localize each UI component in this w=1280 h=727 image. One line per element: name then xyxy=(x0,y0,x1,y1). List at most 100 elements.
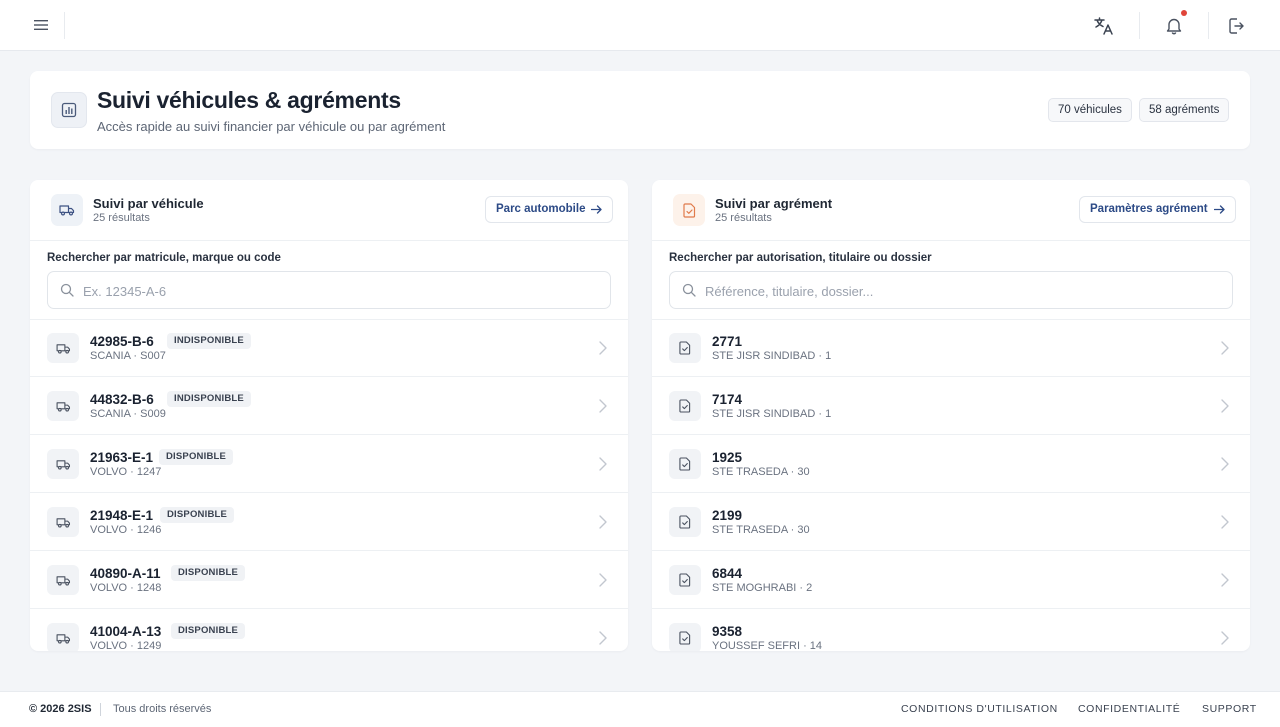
truck-icon xyxy=(56,343,70,354)
vehicle-list: 42985-B-6 INDISPONIBLE SCANIA · S007 448… xyxy=(30,319,628,651)
agreement-reference: 2199 xyxy=(712,508,743,523)
vehicle-row[interactable]: 41004-A-13 DISPONIBLE VOLVO · 1249 xyxy=(30,609,628,651)
vehicle-row-icon-box xyxy=(47,391,79,421)
agreement-row[interactable]: 7174 STE JISR SINDIBAD · 1 xyxy=(652,377,1250,435)
agreement-holder: STE MOGHRABI · 2 xyxy=(712,582,813,594)
fleet-link-label: Parc automobile xyxy=(496,203,586,215)
vehicle-row[interactable]: 42985-B-6 INDISPONIBLE SCANIA · S007 xyxy=(30,319,628,377)
chevron-right-icon xyxy=(1221,631,1229,645)
top-bar xyxy=(0,0,1280,51)
vehicle-row-icon-box xyxy=(47,623,79,651)
agreement-holder: YOUSSEF SEFRI · 14 xyxy=(712,640,823,651)
agreement-holder: STE TRASEDA · 30 xyxy=(712,466,810,478)
agreement-search-box[interactable] xyxy=(669,271,1233,309)
vehicle-row[interactable]: 40890-A-11 DISPONIBLE VOLVO · 1248 xyxy=(30,551,628,609)
chevron-right-icon xyxy=(1221,573,1229,587)
logout-icon xyxy=(1229,18,1244,34)
agreement-reference: 9358 xyxy=(712,624,743,639)
agreement-row-icon-box xyxy=(669,391,701,421)
fleet-link-button[interactable]: Parc automobile xyxy=(485,196,614,223)
panel-divider xyxy=(30,240,628,241)
truck-icon xyxy=(56,401,70,412)
agreement-holder: STE JISR SINDIBAD · 1 xyxy=(712,350,832,362)
support-link[interactable]: SUPPORT xyxy=(1202,703,1257,715)
vehicle-detail: VOLVO · 1246 xyxy=(90,524,162,536)
vehicle-detail: VOLVO · 1249 xyxy=(90,640,162,651)
agreement-row-icon-box xyxy=(669,565,701,595)
agreement-settings-link-button[interactable]: Paramètres agrément xyxy=(1079,196,1236,223)
vehicle-search-box[interactable] xyxy=(47,271,611,309)
document-check-icon xyxy=(679,631,691,645)
vehicles-count-pill: 70 véhicules xyxy=(1048,98,1132,122)
vehicle-plate: 40890-A-11 xyxy=(90,566,161,581)
vehicles-panel: Suivi par véhicule 25 résultats Parc aut… xyxy=(30,180,628,651)
agreements-panel-title: Suivi par agrément xyxy=(715,196,833,211)
arrow-right-icon xyxy=(1213,205,1225,214)
topbar-divider xyxy=(64,12,65,39)
chevron-right-icon xyxy=(1221,341,1229,355)
logout-button[interactable] xyxy=(1222,12,1250,40)
language-button[interactable] xyxy=(1090,12,1118,40)
vehicle-row[interactable]: 21963-E-1 DISPONIBLE VOLVO · 1247 xyxy=(30,435,628,493)
agreement-row-icon-box xyxy=(669,449,701,479)
vehicle-detail: VOLVO · 1248 xyxy=(90,582,162,594)
vehicle-plate: 44832-B-6 xyxy=(90,392,154,407)
agreement-row-icon-box xyxy=(669,623,701,651)
vehicle-row-icon-box xyxy=(47,333,79,363)
vehicle-plate: 21948-E-1 xyxy=(90,508,154,523)
chart-icon xyxy=(61,102,77,118)
agreement-search-label: Rechercher par autorisation, titulaire o… xyxy=(669,252,932,264)
agreements-panel-icon-box xyxy=(673,194,705,226)
chevron-right-icon xyxy=(599,631,607,645)
page-header: Suivi véhicules & agréments Accès rapide… xyxy=(30,71,1250,149)
chevron-right-icon xyxy=(599,573,607,587)
vehicle-row[interactable]: 21948-E-1 DISPONIBLE VOLVO · 1246 xyxy=(30,493,628,551)
truck-icon xyxy=(59,205,75,216)
terms-link[interactable]: CONDITIONS D'UTILISATION xyxy=(901,703,1058,715)
document-check-icon xyxy=(679,341,691,355)
vehicle-plate: 41004-A-13 xyxy=(90,624,162,639)
agreement-row-icon-box xyxy=(669,333,701,363)
privacy-link[interactable]: CONFIDENTIALITÉ xyxy=(1078,703,1180,715)
agreement-row[interactable]: 9358 YOUSSEF SEFRI · 14 xyxy=(652,609,1250,651)
vehicles-panel-icon-box xyxy=(51,194,83,226)
chevron-right-icon xyxy=(599,515,607,529)
vehicle-row[interactable]: 44832-B-6 INDISPONIBLE SCANIA · S009 xyxy=(30,377,628,435)
agreement-row[interactable]: 6844 STE MOGHRABI · 2 xyxy=(652,551,1250,609)
notifications-button[interactable] xyxy=(1160,10,1188,40)
vehicle-detail: SCANIA · S009 xyxy=(90,408,166,420)
agreement-reference: 6844 xyxy=(712,566,743,581)
document-check-icon xyxy=(679,399,691,413)
agreement-row-icon-box xyxy=(669,507,701,537)
bell-icon xyxy=(1166,18,1182,35)
agreement-reference: 1925 xyxy=(712,450,743,465)
vehicle-row-icon-box xyxy=(47,507,79,537)
copyright: © 2026 2SIS xyxy=(29,703,92,715)
menu-button[interactable] xyxy=(24,14,58,36)
agreement-row[interactable]: 2199 STE TRASEDA · 30 xyxy=(652,493,1250,551)
agreement-row[interactable]: 1925 STE TRASEDA · 30 xyxy=(652,435,1250,493)
agreement-holder: STE JISR SINDIBAD · 1 xyxy=(712,408,832,420)
vehicle-row-icon-box xyxy=(47,565,79,595)
agreement-holder: STE TRASEDA · 30 xyxy=(712,524,810,536)
status-badge: DISPONIBLE xyxy=(171,565,246,581)
vehicle-detail: SCANIA · S007 xyxy=(90,350,166,362)
agreement-settings-link-label: Paramètres agrément xyxy=(1090,203,1208,215)
search-icon xyxy=(682,283,696,297)
agreement-search-input[interactable] xyxy=(705,280,1215,302)
search-icon xyxy=(60,283,74,297)
truck-icon xyxy=(56,633,70,644)
page-subtitle: Accès rapide au suivi financier par véhi… xyxy=(97,119,446,134)
agreement-row[interactable]: 2771 STE JISR SINDIBAD · 1 xyxy=(652,319,1250,377)
vehicle-search-input[interactable] xyxy=(83,280,593,302)
page-title: Suivi véhicules & agréments xyxy=(97,87,401,113)
vehicle-search-label: Rechercher par matricule, marque ou code xyxy=(47,252,281,264)
vehicle-detail: VOLVO · 1247 xyxy=(90,466,162,478)
arrow-right-icon xyxy=(591,205,603,214)
chevron-right-icon xyxy=(599,457,607,471)
status-badge: DISPONIBLE xyxy=(160,507,235,523)
chevron-right-icon xyxy=(599,399,607,413)
agreement-list: 2771 STE JISR SINDIBAD · 1 7174 STE JISR… xyxy=(652,319,1250,651)
chevron-right-icon xyxy=(1221,399,1229,413)
document-check-icon xyxy=(679,515,691,529)
